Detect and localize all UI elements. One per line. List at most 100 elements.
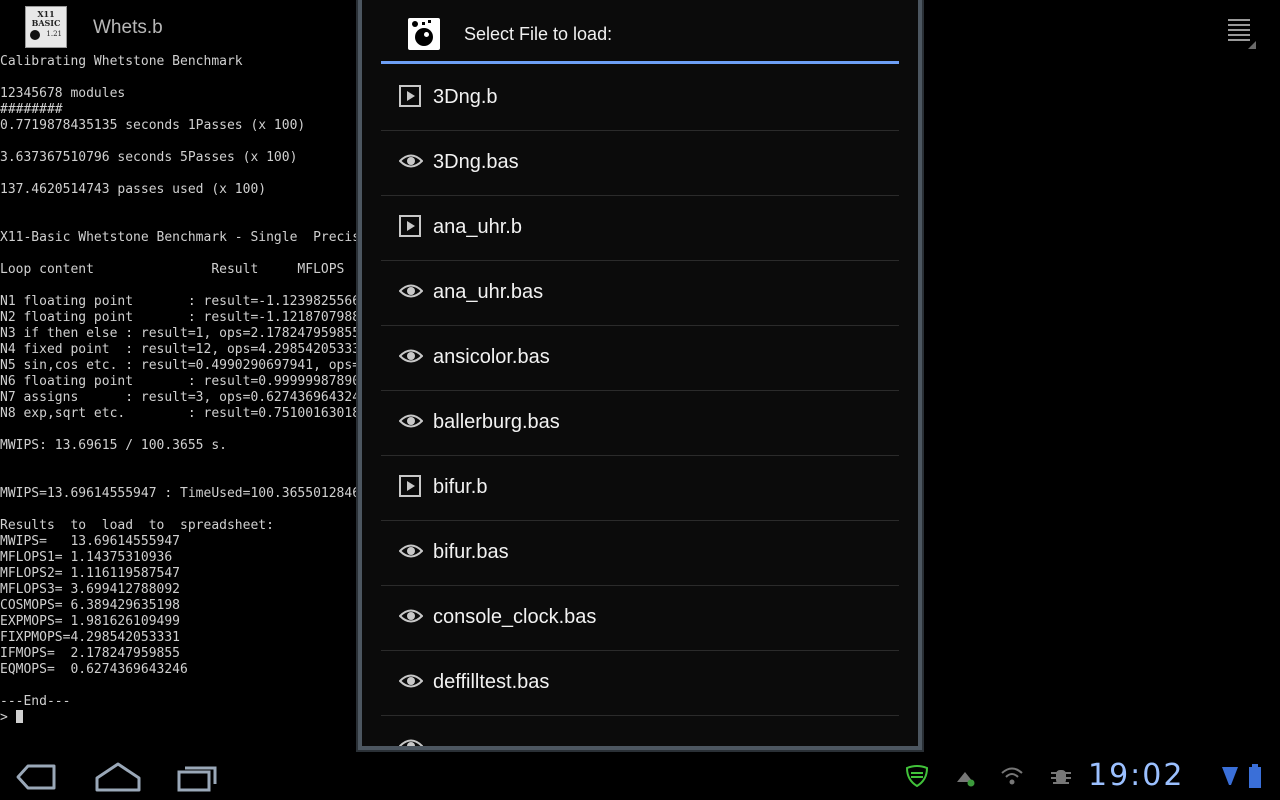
terminal-line: 137.4620514743 passes used (x 100) xyxy=(0,182,267,197)
terminal-line: N5 sin,cos etc. : result=0.4990290697941… xyxy=(0,358,361,373)
play-icon xyxy=(399,215,421,237)
back-icon[interactable] xyxy=(14,760,64,794)
app-title: Whets.b xyxy=(93,17,163,38)
terminal-line: 3.637367510796 seconds 5Passes (x 100) xyxy=(0,150,298,165)
file-list-item[interactable]: ansicolor.bas xyxy=(381,326,899,391)
eye-icon xyxy=(398,540,424,562)
file-list-item[interactable]: bifur.b xyxy=(381,456,899,521)
file-name: ansicolor.bas xyxy=(433,346,550,368)
overflow-menu-icon[interactable] xyxy=(1226,15,1256,49)
terminal-line: Calibrating Whetstone Benchmark xyxy=(0,54,243,69)
terminal-line: N6 floating point : result=0.99999987890 xyxy=(0,374,361,389)
signal-icon[interactable] xyxy=(1221,764,1247,788)
file-list-item[interactable] xyxy=(381,716,899,746)
eye-icon xyxy=(398,670,424,692)
dialog-header: Select File to load: xyxy=(384,0,902,64)
file-select-dialog: Select File to load: 3Dng.b 3Dng.bas ana_u… xyxy=(358,0,922,750)
dialog-title: Select File to load: xyxy=(464,24,613,44)
home-icon[interactable] xyxy=(93,760,143,794)
file-list-item[interactable]: deffilltest.bas xyxy=(381,651,899,716)
file-name: ana_uhr.bas xyxy=(433,281,544,303)
terminal-line: N8 exp,sqrt etc. : result=0.75100163018 xyxy=(0,406,361,421)
terminal-line: MWIPS=13.69614555947 : TimeUsed=100.3655… xyxy=(0,486,361,501)
play-icon xyxy=(399,475,421,497)
terminal-line: N1 floating point : result=-1.1239825566 xyxy=(0,294,361,309)
file-list-item[interactable]: ana_uhr.bas xyxy=(381,261,899,326)
terminal-line: ---End--- xyxy=(0,694,71,709)
terminal-line: X11-Basic Whetstone Benchmark - Single P… xyxy=(0,230,361,245)
eye-icon xyxy=(398,410,424,432)
file-name: console_clock.bas xyxy=(433,606,597,628)
terminal-line: EXPMOPS= 1.981626109499 xyxy=(0,614,181,629)
eye-icon xyxy=(398,345,424,367)
file-list-item[interactable]: ana_uhr.b xyxy=(381,196,899,261)
terminal-prompt[interactable]: > xyxy=(0,710,366,726)
terminal-line: MFLOPS2= 1.116119587547 xyxy=(0,566,181,581)
text-cursor xyxy=(15,710,23,723)
usb-debug-icon[interactable] xyxy=(952,764,978,788)
android-shield-icon[interactable] xyxy=(904,764,930,788)
system-bar: 19:02 xyxy=(0,752,1280,800)
terminal-line: Results to load to spreadsheet: xyxy=(0,518,274,533)
file-list-item[interactable]: console_clock.bas xyxy=(381,586,899,651)
file-list-item[interactable]: ballerburg.bas xyxy=(381,391,899,456)
eye-icon xyxy=(398,735,424,746)
terminal-line: N4 fixed point : result=12, ops=4.298542… xyxy=(0,342,361,357)
terminal-line: 12345678 modules xyxy=(0,86,126,101)
terminal-line: EQMOPS= 0.6274369643246 xyxy=(0,662,188,677)
file-name: 3Dng.b xyxy=(433,86,498,108)
terminal-line: N2 floating point : result=-1.1218707988 xyxy=(0,310,361,325)
app-version: 1.21 xyxy=(46,30,62,38)
battery-icon[interactable] xyxy=(1248,764,1264,788)
file-list[interactable]: 3Dng.b 3Dng.bas ana_uhr.b ana_uhr.basansico… xyxy=(381,66,899,746)
file-name: ballerburg.bas xyxy=(433,411,560,433)
terminal-line: Loop content Result MFLOPS xyxy=(0,262,345,277)
status-clock[interactable]: 19:02 xyxy=(1088,758,1184,793)
file-name: bifur.b xyxy=(433,476,488,498)
file-list-item[interactable]: bifur.bas xyxy=(381,521,899,586)
terminal-line: IFMOPS= 2.178247959855 xyxy=(0,646,181,661)
terminal-line: COSMOPS= 6.389429635198 xyxy=(0,598,181,613)
terminal-line: MFLOPS3= 3.699412788092 xyxy=(0,582,181,597)
app-icon-text: BASIC xyxy=(31,18,61,28)
file-list-item[interactable]: 3Dng.bas xyxy=(381,131,899,196)
terminal-line: N7 assigns : result=3, ops=0.62743696432… xyxy=(0,390,361,405)
file-name: deffilltest.bas xyxy=(433,671,550,693)
bug-icon[interactable] xyxy=(1048,764,1074,788)
terminal-line: MWIPS= 13.69614555947 xyxy=(0,534,181,549)
file-name: 3Dng.bas xyxy=(433,151,519,173)
wifi-icon[interactable] xyxy=(999,764,1025,788)
eye-icon xyxy=(398,280,424,302)
recent-apps-icon[interactable] xyxy=(173,760,223,794)
file-list-item[interactable]: 3Dng.b xyxy=(381,66,899,131)
terminal-line: FIXPMOPS=4.298542053331 xyxy=(0,630,181,645)
file-name: ana_uhr.b xyxy=(433,216,522,238)
terminal-line: ######## xyxy=(0,102,63,117)
play-icon xyxy=(399,85,421,107)
terminal-line: MFLOPS1= 1.14375310936 xyxy=(0,550,173,565)
x11-basic-icon[interactable]: X11 BASIC 1.21 xyxy=(25,6,67,48)
dialog-divider xyxy=(381,61,899,64)
terminal-line: N3 if then else : result=1, ops=2.178247… xyxy=(0,326,361,341)
bomb-icon xyxy=(408,18,440,50)
bomb-icon xyxy=(30,30,40,40)
file-name: bifur.bas xyxy=(433,541,509,563)
eye-icon xyxy=(398,605,424,627)
prompt-symbol: > xyxy=(0,710,8,725)
terminal-line: MWIPS: 13.69615 / 100.3655 s. xyxy=(0,438,227,453)
terminal-line: 0.7719878435135 seconds 1Passes (x 100) xyxy=(0,118,306,133)
terminal-output[interactable]: Calibrating Whetstone Benchmark 12345678 … xyxy=(0,54,366,734)
eye-icon xyxy=(398,150,424,172)
